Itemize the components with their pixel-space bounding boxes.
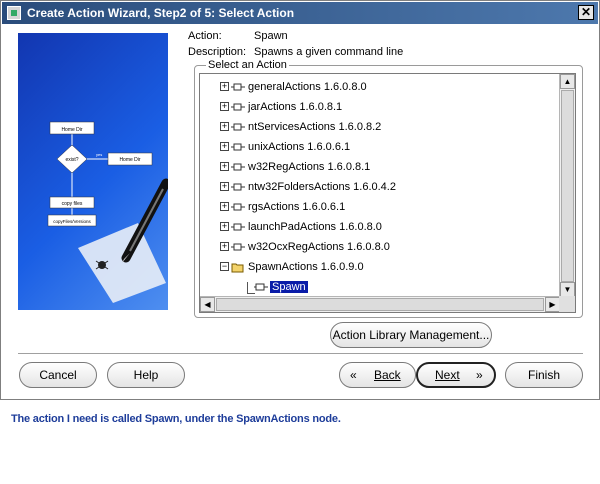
select-action-title: Select an Action — [206, 59, 289, 71]
action-group-icon — [231, 123, 245, 131]
tree-node-label[interactable]: unixActions 1.6.0.6.1 — [248, 141, 350, 153]
tree-node-spawn-label[interactable]: Spawn — [269, 280, 309, 294]
action-group-icon — [231, 223, 245, 231]
action-group-icon — [231, 243, 245, 251]
tree-node-label[interactable]: rgsActions 1.6.0.6.1 — [248, 201, 345, 213]
title-bar[interactable]: Create Action Wizard, Step2 of 5: Select… — [2, 2, 598, 24]
action-group-icon — [231, 83, 245, 91]
flow-box-2: Home Dir — [119, 157, 140, 163]
collapse-icon[interactable]: − — [220, 262, 229, 271]
tree-horizontal-scrollbar[interactable]: ◀ ▶ — [200, 296, 560, 312]
open-folder-icon — [231, 263, 244, 273]
chevron-left-icon: « — [350, 368, 357, 382]
cancel-button[interactable]: Cancel — [19, 362, 97, 388]
tree-node-label[interactable]: w32RegActions 1.6.0.8.1 — [248, 161, 370, 173]
expand-icon[interactable]: + — [220, 202, 229, 211]
back-button[interactable]: « Back — [339, 362, 416, 388]
action-group-icon — [231, 163, 245, 171]
tree-node-label[interactable]: launchPadActions 1.6.0.8.0 — [248, 221, 382, 233]
window-title: Create Action Wizard, Step2 of 5: Select… — [27, 6, 295, 20]
tree-node-label[interactable]: SpawnActions 1.6.0.9.0 — [248, 261, 364, 273]
help-button[interactable]: Help — [107, 362, 185, 388]
flow-yes: yes — [96, 152, 102, 157]
next-button-label: Next — [435, 368, 460, 382]
expand-icon[interactable]: + — [220, 82, 229, 91]
expand-icon[interactable]: + — [220, 102, 229, 111]
description-label: Description: — [188, 46, 247, 58]
expand-icon[interactable]: + — [220, 162, 229, 171]
action-tree[interactable]: + generalActions 1.6.0.8.0 + jarActions 1.6… — [199, 73, 576, 313]
action-label: Action: — [188, 30, 222, 42]
tree-node-label[interactable]: generalActions 1.6.0.8.0 — [248, 81, 367, 93]
vertical-scroll-thumb[interactable] — [561, 90, 574, 282]
flow-decision: exist? — [65, 157, 78, 163]
finish-button[interactable]: Finish — [505, 362, 583, 388]
description-value: Spawns a given command line — [254, 46, 404, 58]
flow-box-1: Home Dir — [61, 127, 82, 133]
scroll-left-arrow-icon[interactable]: ◀ — [200, 297, 215, 312]
chevron-right-icon: » — [476, 368, 483, 382]
expand-icon[interactable]: + — [220, 222, 229, 231]
action-icon — [254, 283, 268, 291]
expand-icon[interactable]: + — [220, 242, 229, 251]
action-library-management-button[interactable]: Action Library Management... — [330, 322, 492, 348]
scroll-up-arrow-icon[interactable]: ▲ — [560, 74, 575, 89]
action-group-icon — [231, 143, 245, 151]
app-icon — [7, 6, 21, 20]
tree-vertical-scrollbar[interactable]: ▲ ▼ — [559, 74, 575, 297]
tree-node-label[interactable]: ntServicesActions 1.6.0.8.2 — [248, 121, 381, 133]
expand-icon[interactable]: + — [220, 142, 229, 151]
back-button-label: Back — [374, 368, 401, 382]
flow-box-3: copy files — [62, 201, 83, 207]
tree-node-label[interactable]: w32OcxRegActions 1.6.0.8.0 — [248, 241, 390, 253]
action-value: Spawn — [254, 30, 288, 42]
wizard-window: Create Action Wizard, Step2 of 5: Select… — [0, 0, 600, 400]
scroll-corner — [559, 296, 575, 312]
tree-node-label[interactable]: jarActions 1.6.0.8.1 — [248, 101, 342, 113]
tree-connector-h — [247, 293, 255, 294]
separator — [18, 353, 583, 355]
wizard-illustration: Home Dir exist? Home Dir yes copy files … — [18, 33, 168, 310]
action-group-icon — [231, 103, 245, 111]
horizontal-scroll-thumb[interactable] — [216, 298, 544, 311]
caption-text: The action I need is called Spawn, under… — [11, 413, 341, 425]
close-button[interactable]: ✕ — [578, 5, 594, 20]
flow-box-4: copyFiles/Versions — [53, 219, 91, 224]
scroll-right-arrow-icon[interactable]: ▶ — [545, 297, 560, 312]
expand-icon[interactable]: + — [220, 122, 229, 131]
tree-node-label[interactable]: ntw32FoldersActions 1.6.0.4.2 — [248, 181, 396, 193]
scroll-down-arrow-icon[interactable]: ▼ — [560, 282, 575, 297]
action-group-icon — [231, 183, 245, 191]
next-button[interactable]: Next » — [416, 362, 496, 388]
action-group-icon — [231, 203, 245, 211]
expand-icon[interactable]: + — [220, 182, 229, 191]
flowchart-image: Home Dir exist? Home Dir yes copy files … — [47, 121, 168, 303]
